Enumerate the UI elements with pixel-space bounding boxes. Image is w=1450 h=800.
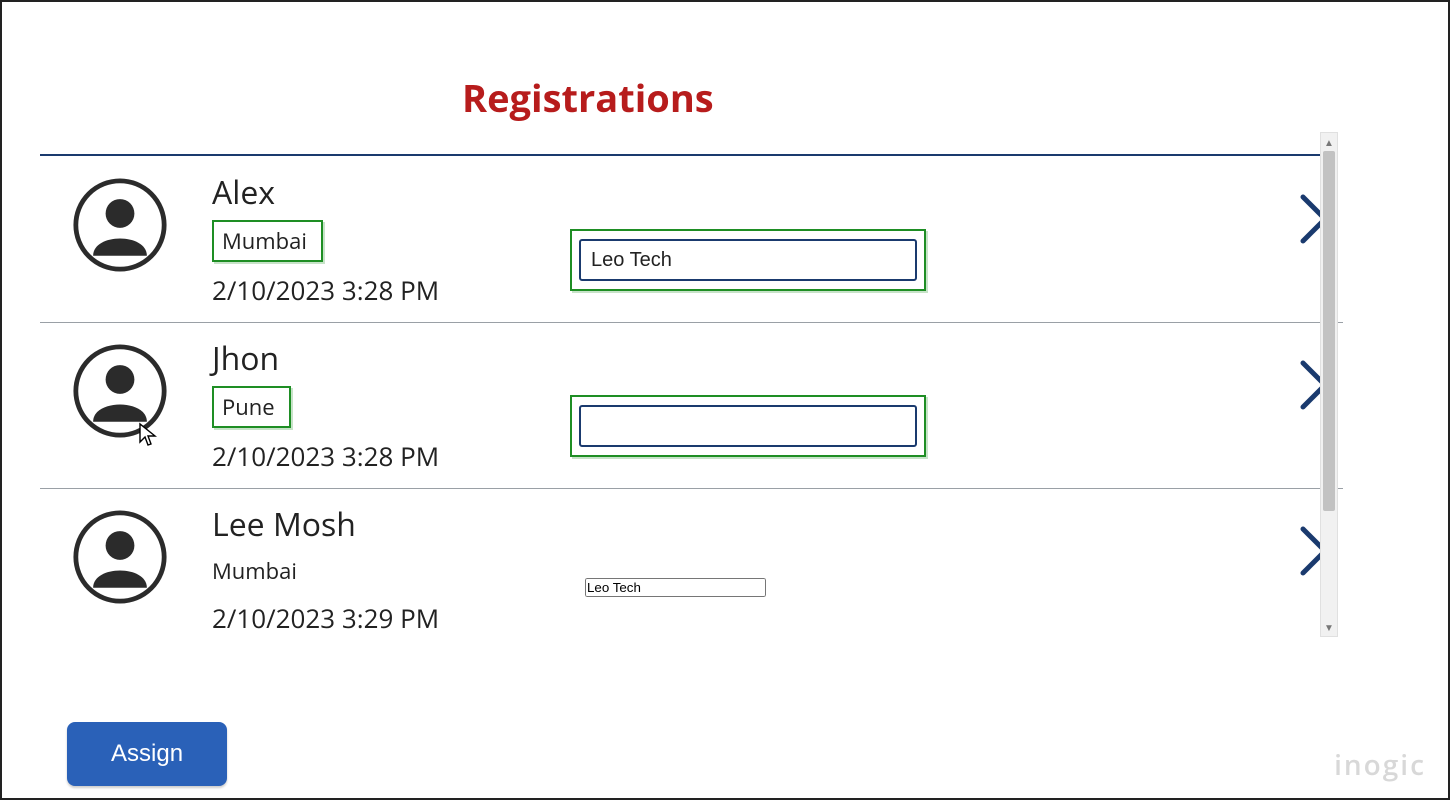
page-title: Registrations	[2, 72, 1448, 124]
assign-button[interactable]: Assign	[67, 722, 227, 786]
brand-watermark: inogic	[1334, 746, 1426, 784]
company-highlight	[570, 229, 926, 291]
company-input[interactable]	[579, 239, 917, 281]
city-badge: Pune	[212, 386, 291, 428]
registration-timestamp: 2/10/2023 3:28 PM	[212, 438, 582, 474]
registrant-name: Jhon	[212, 337, 582, 380]
company-input[interactable]	[585, 578, 766, 597]
list-item[interactable]: Alex Mumbai 2/10/2023 3:28 PM	[40, 157, 1343, 323]
registrant-name: Alex	[212, 171, 582, 214]
header-divider	[40, 154, 1328, 156]
avatar-icon	[72, 343, 168, 439]
registration-list: Alex Mumbai 2/10/2023 3:28 PM Jhon Pune …	[40, 157, 1343, 638]
registrant-name: Lee Mosh	[212, 503, 582, 546]
vertical-scrollbar[interactable]: ▲ ▼	[1320, 132, 1338, 637]
city-text: Mumbai	[212, 552, 582, 590]
scroll-up-icon[interactable]: ▲	[1321, 133, 1337, 151]
avatar-icon	[72, 177, 168, 273]
avatar-icon	[72, 509, 168, 605]
company-field-wrap	[585, 575, 766, 597]
list-item-info: Jhon Pune 2/10/2023 3:28 PM	[212, 337, 582, 474]
list-item[interactable]: Lee Mosh Mumbai 2/10/2023 3:29 PM	[40, 489, 1343, 638]
list-item-info: Lee Mosh Mumbai 2/10/2023 3:29 PM	[212, 503, 582, 636]
company-input[interactable]	[579, 405, 917, 447]
company-highlight	[570, 395, 926, 457]
registration-timestamp: 2/10/2023 3:28 PM	[212, 272, 582, 308]
list-item[interactable]: Jhon Pune 2/10/2023 3:28 PM	[40, 323, 1343, 489]
city-badge: Mumbai	[212, 220, 323, 262]
scroll-thumb[interactable]	[1323, 151, 1335, 511]
app-frame: Registrations Alex Mumbai 2/10/2023 3:28…	[0, 0, 1450, 800]
company-field-wrap	[570, 229, 926, 291]
scroll-down-icon[interactable]: ▼	[1321, 618, 1337, 636]
list-item-info: Alex Mumbai 2/10/2023 3:28 PM	[212, 171, 582, 308]
registration-timestamp: 2/10/2023 3:29 PM	[212, 600, 582, 636]
company-field-wrap	[570, 395, 926, 457]
